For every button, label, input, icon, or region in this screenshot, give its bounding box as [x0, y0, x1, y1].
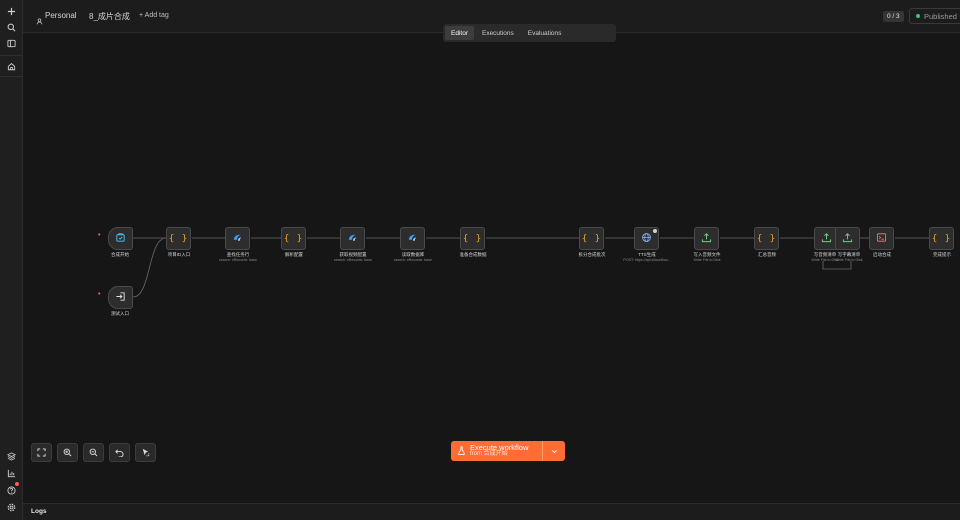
trigger-icon [115, 230, 126, 248]
plus-icon[interactable] [3, 3, 19, 19]
node-label: 合成开始 [111, 252, 129, 257]
published-label: Published [924, 11, 957, 21]
zoom-out-icon [89, 444, 98, 462]
templates-icon[interactable] [3, 448, 19, 464]
write-file-icon [842, 230, 853, 248]
help-icon[interactable] [3, 482, 19, 498]
view-tabs: Editor Executions Evaluations [443, 24, 616, 42]
code-braces-icon: { } [756, 233, 777, 244]
workflow-canvas[interactable]: • • 合成开始 测试入口 { } 项目ID入口 查找任务行 search: n… [23, 34, 960, 503]
baserow-icon [347, 230, 358, 248]
node-测试入口[interactable] [108, 286, 133, 309]
project-breadcrumb[interactable]: Personal [45, 11, 77, 20]
execute-workflow-split-button: Execute workflow from 合成开始 [451, 441, 565, 461]
fit-view-icon [37, 444, 46, 462]
node-写入音频文件[interactable] [694, 227, 719, 250]
node-subtitle: search: nRecords: base [334, 258, 372, 262]
flask-icon [457, 442, 466, 460]
sidebar-toggle-icon[interactable] [3, 35, 19, 51]
execute-workflow-button[interactable]: Execute workflow from 合成开始 [451, 441, 543, 461]
globe-icon [641, 230, 652, 248]
node-汇总音频[interactable]: { } [754, 227, 779, 250]
node-label: 准备合成数据 [459, 252, 487, 257]
logs-panel[interactable]: Logs [23, 503, 960, 520]
node-subtitle: Write File to Disk [835, 258, 863, 262]
connection-lines [132, 237, 929, 298]
zoom-out-button[interactable] [83, 443, 104, 462]
settings-icon[interactable] [3, 499, 19, 515]
node-label: 完成提示 [933, 252, 951, 257]
tab-editor[interactable]: Editor [445, 26, 474, 40]
connection [822, 261, 852, 270]
node-label: 解析配置 [285, 252, 303, 257]
fit-view-button[interactable] [31, 443, 52, 462]
execute-icon [115, 289, 126, 307]
trigger-bolt-icon: • [98, 232, 101, 239]
node-subtitle: POST: https://api.siliconflow... [623, 258, 671, 262]
node-subtitle: search: nRecords: base [394, 258, 432, 262]
node-tts生成[interactable] [634, 227, 659, 250]
baserow-icon [407, 230, 418, 248]
node-写字幕清单[interactable] [835, 227, 860, 250]
execute-options-button[interactable] [543, 441, 565, 461]
code-braces-icon: { } [931, 233, 952, 244]
node-label: 汇总音频 [758, 252, 776, 257]
node-解析配置[interactable]: { } [281, 227, 306, 250]
node-label: 拆分合成批次 [578, 252, 606, 257]
tidy-up-icon [141, 444, 150, 462]
version-counter: 0 / 3 [883, 11, 904, 22]
user-icon [36, 12, 43, 30]
status-dot [916, 14, 920, 18]
search-icon[interactable] [3, 19, 19, 35]
code-braces-icon: { } [462, 233, 483, 244]
zoom-in-button[interactable] [57, 443, 78, 462]
node-拆分合成批次[interactable]: { } [579, 227, 604, 250]
execute-subtitle: from 合成开始 [470, 451, 508, 457]
code-braces-icon: { } [581, 233, 602, 244]
pinned-data-dot [653, 229, 657, 233]
rail-divider [0, 55, 23, 56]
node-label: 测试入口 [111, 311, 129, 316]
baserow-icon [232, 230, 243, 248]
tab-evaluations[interactable]: Evaluations [522, 26, 568, 40]
zoom-in-icon [63, 444, 72, 462]
node-label: 启动合成 [873, 252, 891, 257]
rail-divider [0, 76, 23, 77]
node-label: 项目ID入口 [167, 252, 191, 257]
write-file-icon [701, 230, 712, 248]
connection [132, 237, 167, 298]
insights-icon[interactable] [3, 465, 19, 481]
tidy-up-button[interactable] [135, 443, 156, 462]
add-tag-link[interactable]: + Add tag [139, 12, 169, 19]
n8n-workflow-editor: Personal 8_成片合成 + Add tag 0 / 3 Publishe… [0, 0, 960, 520]
node-subtitle: Write File to Disk [693, 258, 721, 262]
published-status-button[interactable]: Published [909, 8, 960, 24]
node-准备合成数据[interactable]: { } [460, 227, 485, 250]
tab-executions[interactable]: Executions [476, 26, 520, 40]
workflow-name[interactable]: 8_成片合成 [89, 11, 130, 22]
undo-button[interactable] [109, 443, 130, 462]
node-读取数据库[interactable] [400, 227, 425, 250]
execute-title: Execute workflow [470, 443, 529, 452]
terminal-icon [876, 230, 887, 248]
node-项目ID入口[interactable]: { } [166, 227, 191, 250]
node-查找任务行[interactable] [225, 227, 250, 250]
node-启动合成[interactable] [869, 227, 894, 250]
trigger-bolt-icon: • [98, 291, 101, 298]
node-合成开始[interactable] [108, 227, 133, 250]
code-braces-icon: { } [283, 233, 304, 244]
node-获取视频配置[interactable] [340, 227, 365, 250]
chevron-down-icon [551, 442, 558, 460]
node-完成提示[interactable]: { } [929, 227, 954, 250]
home-icon[interactable] [3, 58, 19, 74]
code-braces-icon: { } [168, 233, 189, 244]
logs-label: Logs [31, 508, 47, 515]
notification-dot [15, 482, 19, 486]
left-rail [0, 0, 23, 520]
write-file-icon [821, 230, 832, 248]
undo-icon [115, 444, 124, 462]
node-subtitle: search: nRecords: base [219, 258, 257, 262]
